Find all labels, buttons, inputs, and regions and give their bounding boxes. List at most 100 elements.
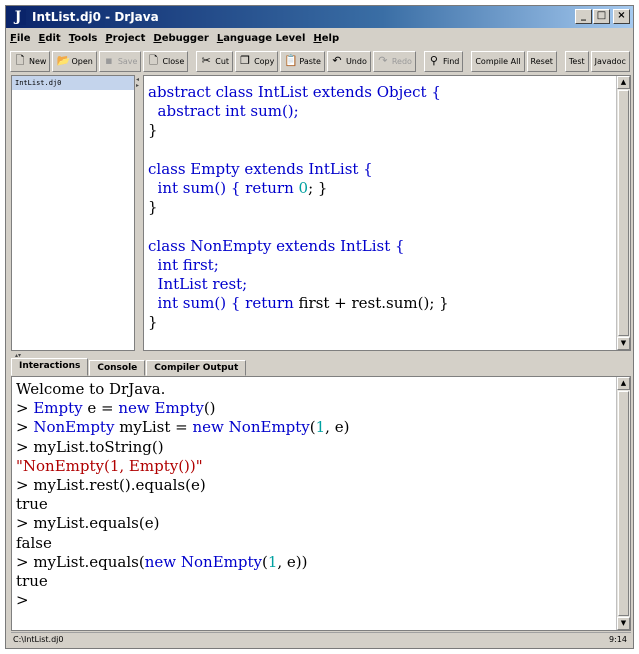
menu-project[interactable]: Project (105, 33, 145, 44)
interaction-line: true (16, 572, 349, 591)
redo-icon: ↷ (378, 54, 388, 67)
code-line-token: int sum() { (148, 294, 246, 313)
compile-all-button[interactable]: Compile All (471, 50, 525, 72)
save-icon: ▪ (105, 54, 113, 67)
interaction-line: "NonEmpty(1, Empty())" (16, 457, 349, 476)
interaction-line: > myList.equals(new NonEmpty(1, e)) (16, 553, 349, 572)
menu-tools[interactable]: Tools (69, 33, 98, 44)
code-line-token: return (245, 294, 294, 313)
test-button[interactable]: Test (564, 50, 589, 72)
code-editor[interactable]: abstract class IntList extends Object { … (143, 75, 631, 351)
interaction-line-token: > (16, 399, 34, 418)
interaction-line-token: NonEmpty (33, 418, 115, 437)
code-line-token: first + rest.sum(); } (293, 294, 449, 313)
save-button[interactable]: ▪ Save (98, 50, 142, 72)
scroll-down-icon[interactable]: ▼ (617, 617, 630, 630)
close-file-button[interactable]: 🗋 Close (143, 50, 189, 72)
close-file-icon: 🗋 (149, 54, 158, 67)
drjava-window: J IntList.dj0 - DrJava _ □ × File Edit T… (5, 5, 634, 649)
interaction-line-token: > (16, 591, 29, 610)
interaction-line-token: Empty (154, 399, 204, 418)
interaction-line: > NonEmpty myList = new NonEmpty(1, e) (16, 418, 349, 437)
redo-button[interactable]: ↷ Redo (372, 50, 416, 72)
bottom-tabs: Interactions Console Compiler Output (11, 358, 631, 376)
javadoc-button[interactable]: Javadoc (590, 50, 630, 72)
interaction-line-token: 1 (267, 552, 278, 571)
title-bar[interactable]: J IntList.dj0 - DrJava _ □ × (6, 6, 633, 28)
interaction-line-token: true (16, 495, 48, 514)
code-line-token: } (148, 198, 158, 217)
copy-button[interactable]: ❐ Copy (235, 50, 279, 72)
menu-language-level[interactable]: Language Level (217, 33, 306, 44)
scrollbar-thumb[interactable] (618, 391, 629, 616)
interaction-line-token: > (16, 418, 34, 437)
vertical-splitter[interactable]: ◂ ▸ (136, 75, 142, 351)
interaction-line-token: NonEmpty (180, 552, 262, 571)
interactions-pane[interactable]: Welcome to DrJava. > Empty e = new Empty(… (11, 376, 631, 631)
editor-text[interactable]: abstract class IntList extends Object { … (148, 83, 449, 332)
new-button[interactable]: 🗋 New (10, 50, 51, 72)
scissors-icon: ✂ (201, 54, 211, 67)
interaction-line-token: > myList.equals(e) (16, 514, 160, 533)
interaction-line: > myList.rest().equals(e) (16, 476, 349, 495)
clipboard-icon: 📋 (284, 54, 299, 67)
code-line: class NonEmpty extends IntList { (148, 237, 449, 256)
open-button[interactable]: 📂 Open (52, 50, 97, 72)
document-list: IntList.dj0 (11, 75, 135, 351)
code-line-token: } (148, 121, 158, 140)
interaction-line-token: () (203, 399, 216, 418)
tab-compiler-output[interactable]: Compiler Output (146, 360, 247, 376)
status-bar: C:\IntList.dj0 9:14 (11, 632, 631, 646)
interaction-line-token: , e)) (277, 552, 308, 571)
cut-button[interactable]: ✂ Cut (196, 50, 234, 72)
tab-console[interactable]: Console (89, 360, 146, 376)
document-list-item[interactable]: IntList.dj0 (12, 76, 134, 90)
maximize-button[interactable]: □ (593, 9, 610, 24)
code-line: } (148, 121, 449, 140)
interaction-line: > myList.equals(e) (16, 514, 349, 533)
menu-help[interactable]: Help (313, 33, 339, 44)
interaction-line-token: NonEmpty (228, 418, 310, 437)
code-line: } (148, 313, 449, 332)
menu-debugger[interactable]: Debugger (153, 33, 208, 44)
minimize-button[interactable]: _ (575, 9, 592, 24)
interaction-line: true (16, 495, 349, 514)
interactions-text[interactable]: Welcome to DrJava. > Empty e = new Empty(… (16, 380, 349, 610)
reset-button[interactable]: Reset (526, 50, 557, 72)
find-button[interactable]: ⚲ Find (423, 50, 464, 72)
interactions-vertical-scrollbar[interactable]: ▲ ▼ (616, 377, 630, 630)
interaction-line-token: new (118, 399, 150, 418)
code-line-token: return (245, 178, 294, 197)
scroll-up-icon[interactable]: ▲ (617, 76, 630, 89)
code-line-token: class NonEmpty extends IntList { (148, 236, 405, 255)
editor-vertical-scrollbar[interactable]: ▲ ▼ (616, 76, 630, 350)
binoculars-icon: ⚲ (429, 54, 438, 67)
window-controls: _ □ × (574, 9, 630, 24)
code-line: int first; (148, 256, 449, 275)
paste-button[interactable]: 📋 Paste (280, 50, 325, 72)
scrollbar-thumb[interactable] (618, 90, 629, 336)
undo-button[interactable]: ↶ Undo (326, 50, 371, 72)
scroll-down-icon[interactable]: ▼ (617, 337, 630, 350)
code-line-token: IntList rest; (148, 274, 248, 293)
interaction-line-token: > myList.rest().equals(e) (16, 475, 206, 494)
interaction-line: > Empty e = new Empty() (16, 399, 349, 418)
interaction-line: Welcome to DrJava. (16, 380, 349, 399)
scroll-up-icon[interactable]: ▲ (617, 377, 630, 390)
close-window-button[interactable]: × (613, 9, 630, 24)
menu-file[interactable]: File (10, 33, 30, 44)
collapse-arrows-icon[interactable]: ◂ ▸ (136, 77, 139, 89)
copy-icon: ❐ (240, 54, 250, 67)
interaction-line-token: "NonEmpty(1, Empty())" (16, 456, 203, 475)
window-title: IntList.dj0 - DrJava (32, 10, 159, 24)
status-file-path: C:\IntList.dj0 (13, 635, 64, 644)
menu-edit[interactable]: Edit (38, 33, 60, 44)
undo-icon: ↶ (332, 54, 342, 67)
code-line-token: int sum() { (148, 178, 246, 197)
code-line-token: int first; (148, 255, 219, 274)
toolbar: 🗋 New 📂 Open ▪ Save 🗋 Close ✂ Cut ❐ Copy 📋 Past… (6, 48, 633, 74)
status-cursor-position: 9:14 (609, 635, 627, 644)
interaction-line-token: > myList.toString() (16, 437, 164, 456)
tab-interactions[interactable]: Interactions (11, 358, 89, 376)
